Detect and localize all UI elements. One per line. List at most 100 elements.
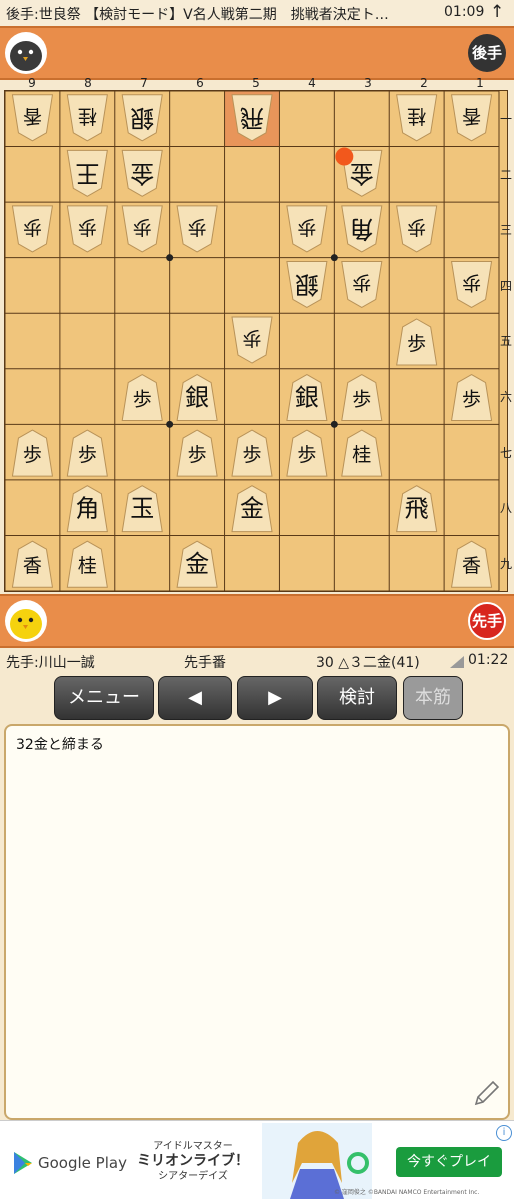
rank-label: 六 xyxy=(499,390,512,404)
google-play-icon xyxy=(14,1152,32,1174)
piece-label: 歩 xyxy=(462,271,481,293)
rank-label: 五 xyxy=(499,334,512,349)
piece-label: 歩 xyxy=(133,389,152,411)
rank-labels: 一二三四五六七八九 xyxy=(498,90,514,590)
mainline-button[interactable]: 本筋 xyxy=(403,676,463,720)
piece-label: 桂 xyxy=(78,555,97,577)
piece-label: 歩 xyxy=(78,444,97,466)
piece-label: 桂 xyxy=(352,444,371,466)
piece-label: 香 xyxy=(23,105,42,127)
file-label: 9 xyxy=(28,76,36,90)
game-info-bar: 先手:川山一誠 先手番 30 △３二金(41) 01:22 xyxy=(0,650,514,672)
piece-label: 歩 xyxy=(462,389,481,411)
piece-label: 歩 xyxy=(297,444,316,466)
piece-label: 金 xyxy=(240,495,264,523)
comment-text: 32金と締まる xyxy=(16,737,104,753)
piece-label: 金 xyxy=(185,550,209,578)
piece-label: 飛 xyxy=(405,495,429,523)
piece-label: 王 xyxy=(75,159,99,187)
ad-game-title: アイドルマスター ミリオンライブ！ シアターデイズ xyxy=(128,1139,258,1184)
piece-label: 歩 xyxy=(78,216,97,238)
file-label: 6 xyxy=(196,76,204,90)
piece-label: 歩 xyxy=(242,444,261,466)
piece-label: 玉 xyxy=(130,495,154,523)
gote-clock: 01:09 xyxy=(444,4,485,20)
piece-label: 歩 xyxy=(188,216,207,238)
turn-indicator: 先手番 xyxy=(184,655,226,671)
rank-label: 九 xyxy=(499,556,512,571)
ad-info-icon[interactable]: i xyxy=(496,1125,512,1141)
rank-label: 七 xyxy=(499,445,512,460)
file-label: 2 xyxy=(420,76,428,90)
piece-label: 桂 xyxy=(407,105,426,127)
piece-label: 香 xyxy=(462,105,481,127)
up-arrow-icon[interactable]: ↑ xyxy=(490,2,504,22)
sente-player-name: 先手:川山一誠 xyxy=(6,655,95,671)
corner-triangle-icon xyxy=(450,656,464,668)
play-now-button[interactable]: 今すぐプレイ xyxy=(396,1147,502,1177)
piece-label: 歩 xyxy=(242,327,261,349)
prev-move-button[interactable]: ◀ xyxy=(158,676,232,720)
piece-label: 桂 xyxy=(78,105,97,127)
piece-label: 歩 xyxy=(352,389,371,411)
star-point xyxy=(166,420,174,428)
last-move-dot xyxy=(335,147,354,166)
file-label: 4 xyxy=(308,76,316,90)
comment-box[interactable]: 32金と締まる xyxy=(4,724,510,1120)
ad-game-line1: アイドルマスター xyxy=(153,1141,233,1152)
ad-game-line3: シアターデイズ xyxy=(158,1171,228,1182)
piece-label: 歩 xyxy=(297,216,316,238)
file-label: 5 xyxy=(252,76,260,90)
file-label: 3 xyxy=(364,76,372,90)
piece-label: 香 xyxy=(462,555,481,577)
piece-label: 香 xyxy=(23,555,42,577)
google-play-label: Google Play xyxy=(38,1154,127,1172)
piece-label: 角 xyxy=(350,215,374,243)
piece-label: 歩 xyxy=(133,216,152,238)
piece-label: 歩 xyxy=(352,271,371,293)
sente-piece-stand[interactable]: 先手 xyxy=(0,594,514,648)
piece-label: 歩 xyxy=(188,444,207,466)
shogi-board[interactable]: 香桂銀飛桂香王金金歩歩歩歩歩角歩銀歩歩歩 歩歩銀銀歩歩歩歩歩歩歩桂角玉金飛香桂金香 xyxy=(4,90,508,592)
game-title: 後手:世良祭 【検討モード】V名人戦第二期 挑戦者決定ト… xyxy=(6,7,389,23)
piece-label: 歩 xyxy=(407,333,426,355)
menu-button[interactable]: メニュー xyxy=(54,676,154,720)
analyze-button[interactable]: 検討 xyxy=(317,676,397,720)
file-label: 8 xyxy=(84,76,92,90)
star-point xyxy=(330,420,338,428)
last-move: 30 △３二金(41) xyxy=(316,655,420,671)
gote-badge: 後手 xyxy=(468,34,506,72)
piece-label: 銀 xyxy=(185,384,209,412)
sente-clock: 01:22 xyxy=(468,652,509,668)
file-label: 1 xyxy=(476,76,484,90)
rank-label: 一 xyxy=(499,112,512,126)
piece-label: 銀 xyxy=(295,270,319,298)
rank-label: 四 xyxy=(499,278,512,293)
ad-banner[interactable]: Google Play アイドルマスター ミリオンライブ！ シアターデイズ 今す… xyxy=(0,1120,514,1201)
piece-label: 歩 xyxy=(23,444,42,466)
sente-badge: 先手 xyxy=(468,602,506,640)
control-buttons: メニュー ◀ ▶ 検討 本筋 xyxy=(0,674,514,722)
ad-copyright: © 窪岡俊之 ©BANDAI NAMCO Entertainment Inc. xyxy=(334,1189,480,1196)
file-label: 7 xyxy=(140,76,148,90)
pencil-icon[interactable] xyxy=(472,1078,502,1108)
piece-label: 角 xyxy=(75,495,99,523)
rank-label: 三 xyxy=(499,223,512,238)
ad-game-line2: ミリオンライブ！ xyxy=(137,1153,249,1169)
piece-label: 飛 xyxy=(240,104,264,132)
status-bar: 後手:世良祭 【検討モード】V名人戦第二期 挑戦者決定ト… 01:09 ↑ xyxy=(0,0,514,26)
piece-label: 歩 xyxy=(407,216,426,238)
gote-bird-avatar-icon xyxy=(5,32,47,74)
rank-label: 八 xyxy=(499,501,512,516)
next-move-button[interactable]: ▶ xyxy=(237,676,313,720)
star-point xyxy=(166,254,174,262)
piece-label: 銀 xyxy=(130,104,154,132)
star-point xyxy=(330,254,338,262)
sente-chick-avatar-icon xyxy=(5,600,47,642)
piece-label: 歩 xyxy=(23,216,42,238)
gote-piece-stand[interactable]: 後手 xyxy=(0,26,514,80)
piece-label: 銀 xyxy=(295,384,319,412)
piece-label: 金 xyxy=(130,159,154,187)
file-labels: 9 8 7 6 5 4 3 2 1 xyxy=(0,76,514,90)
piece-label: 金 xyxy=(350,159,374,187)
